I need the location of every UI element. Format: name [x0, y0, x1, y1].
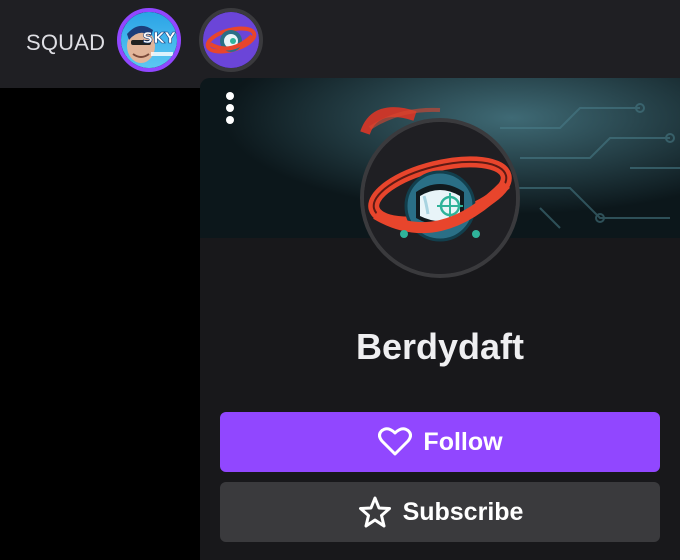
- channel-name: Berdydaft: [355, 326, 525, 367]
- channel-card: Berdydaft Follow Subscribe: [200, 78, 680, 560]
- more-options-icon[interactable]: [222, 92, 238, 126]
- sky-avatar-image: SKY: [121, 12, 177, 68]
- squad-bar: SQUAD SKY: [0, 0, 680, 88]
- subscribe-label: Subscribe: [402, 497, 524, 526]
- channel-profile-picture[interactable]: [360, 118, 520, 278]
- heart-icon: [377, 424, 413, 460]
- squad-label: SQUAD: [26, 30, 106, 55]
- squad-avatar-sky[interactable]: SKY: [117, 8, 181, 72]
- subscribe-button[interactable]: Subscribe: [220, 482, 660, 542]
- svg-text:SKY: SKY: [142, 29, 176, 47]
- follow-button[interactable]: Follow: [220, 412, 660, 472]
- star-icon: [357, 494, 393, 530]
- saturn-astronaut-logo-icon: [364, 122, 516, 274]
- saturn-astronaut-small-icon: [203, 12, 259, 68]
- squad-avatar-berdydaft[interactable]: [199, 8, 263, 72]
- follow-label: Follow: [423, 427, 503, 456]
